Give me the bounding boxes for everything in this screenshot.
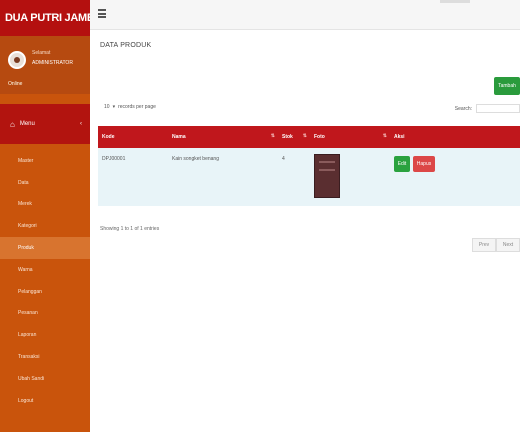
sidebar-item-label: Ubah Sandi xyxy=(18,375,45,382)
add-product-button[interactable]: Tambah xyxy=(494,77,520,95)
chevron-down-icon: ▾ xyxy=(112,104,116,110)
sidebar-item-kategori[interactable]: Kategori xyxy=(0,215,90,237)
search-control: Search: xyxy=(455,104,520,113)
sidebar-item-label: Logout xyxy=(18,397,34,404)
brand-logo[interactable]: DUA PUTRI JAMBI xyxy=(0,0,90,36)
sidebar-item-warna[interactable]: Warna xyxy=(0,259,90,281)
sidebar-item-data[interactable]: Data xyxy=(0,172,90,194)
sidebar-item-transaksi[interactable]: Transaksi xyxy=(0,346,90,368)
sidebar-item-laporan[interactable]: Laporan xyxy=(0,324,90,346)
sidebar: DUA PUTRI JAMBI Selamat ADMINISTRATOR On… xyxy=(0,0,90,432)
col-header-nama[interactable]: Nama ⇅ xyxy=(168,126,278,148)
edit-button[interactable]: Edit xyxy=(394,156,410,172)
user-name: ADMINISTRATOR xyxy=(32,60,73,66)
sidebar-item-label: Laporan xyxy=(18,332,37,339)
sort-icon: ⇅ xyxy=(382,133,387,139)
sidebar-item-logout[interactable]: Logout xyxy=(0,390,90,412)
sidebar-item-label: Master xyxy=(18,157,34,164)
delete-button[interactable]: Hapus xyxy=(413,156,435,172)
home-icon: ⌂ xyxy=(10,119,15,129)
records-per-page-label: records per page xyxy=(118,104,156,110)
sidebar-item-label: Warna xyxy=(18,266,33,273)
sort-icon: ⇅ xyxy=(302,133,307,139)
table-header-row: Kode Nama ⇅ Stok ⇅ Foto ⇅ Aksi xyxy=(98,126,520,148)
col-header-foto[interactable]: Foto ⇅ xyxy=(310,126,390,148)
prev-page-button[interactable]: Prev xyxy=(472,238,496,252)
cell-photo xyxy=(310,148,390,206)
user-panel: Selamat ADMINISTRATOR Online xyxy=(0,36,90,94)
sidebar-menu-header[interactable]: ⌂ Menu ‹ xyxy=(0,104,90,144)
top-bar xyxy=(90,0,520,30)
main-content: DATA PRODUK Tambah 10 ▾ records per page… xyxy=(90,30,520,432)
sidebar-item-label: Pesanan xyxy=(18,310,38,317)
top-right-edge xyxy=(440,0,470,3)
sidebar-menu: Master Data Merek Kategori Produk Warna … xyxy=(0,144,90,412)
sidebar-item-label: Kategori xyxy=(18,223,37,230)
sidebar-item-produk[interactable]: Produk xyxy=(0,237,90,259)
user-status: Online xyxy=(8,81,23,87)
sidebar-item-ubah-sandi[interactable]: Ubah Sandi xyxy=(0,368,90,390)
cell-code: DPJ00001 xyxy=(102,156,126,162)
hamburger-menu-icon[interactable] xyxy=(98,9,106,18)
pagination: Prev Next xyxy=(472,238,520,252)
sidebar-header-label: Menu xyxy=(19,121,35,127)
table-row: DPJ00001 Kain songket benang 4 Edit Hapus xyxy=(98,148,520,206)
sidebar-item-label: Transaksi xyxy=(18,354,40,361)
search-label: Search: xyxy=(454,105,472,112)
search-input[interactable] xyxy=(476,104,520,113)
next-page-button[interactable]: Next xyxy=(496,238,520,252)
sort-icon: ⇅ xyxy=(270,133,275,139)
col-header-kode[interactable]: Kode xyxy=(98,126,168,148)
cell-name: Kain songket benang xyxy=(172,156,219,162)
table-info: Showing 1 to 1 of 1 entries xyxy=(100,226,160,232)
sidebar-item-label: Merek xyxy=(18,201,32,208)
sidebar-item-merek[interactable]: Merek xyxy=(0,194,90,216)
avatar xyxy=(8,51,26,69)
product-photo[interactable] xyxy=(314,154,340,198)
records-per-page-select[interactable]: 10 xyxy=(104,104,110,110)
sidebar-item-label: Pelanggan xyxy=(18,288,42,295)
sidebar-item-pelanggan[interactable]: Pelanggan xyxy=(0,281,90,303)
sidebar-item-label: Produk xyxy=(18,245,34,252)
records-per-page-control[interactable]: 10 ▾ records per page xyxy=(104,104,156,110)
col-header-stok[interactable]: Stok ⇅ xyxy=(278,126,310,148)
sidebar-item-label: Data xyxy=(18,179,29,186)
sidebar-item-master[interactable]: Master xyxy=(0,150,90,172)
product-table: Kode Nama ⇅ Stok ⇅ Foto ⇅ Aksi DPJ00001 Kai… xyxy=(98,126,520,206)
user-role: Selamat xyxy=(32,50,51,56)
cell-stock: 4 xyxy=(282,156,285,162)
col-header-aksi[interactable]: Aksi xyxy=(390,126,520,148)
cell-actions: Edit Hapus xyxy=(390,148,520,206)
page-title: DATA PRODUK xyxy=(100,42,152,49)
app-root: DUA PUTRI JAMBI Selamat ADMINISTRATOR On… xyxy=(0,0,520,432)
chevron-left-icon: ‹ xyxy=(80,121,82,127)
sidebar-item-pesanan[interactable]: Pesanan xyxy=(0,303,90,325)
